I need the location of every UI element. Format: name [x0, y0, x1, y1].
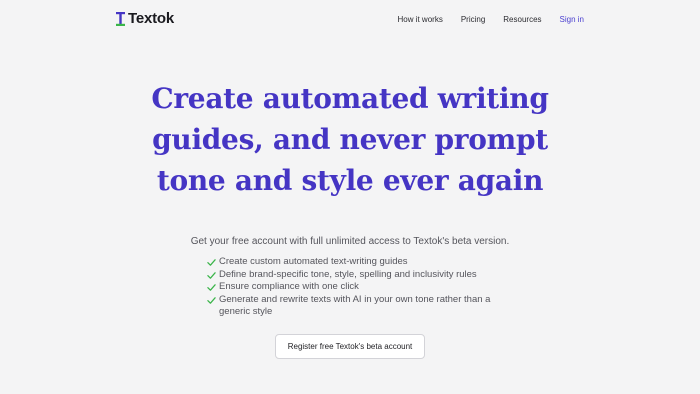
hero-title-line: tone and style ever again — [156, 164, 544, 197]
check-icon — [207, 283, 216, 292]
hero-title-line: Create automated writing — [151, 82, 549, 115]
hero-subtitle: Get your free account with full unlimite… — [190, 236, 510, 247]
nav-pricing[interactable]: Pricing — [461, 15, 485, 24]
feature-item: Ensure compliance with one click — [207, 281, 507, 294]
nav-how-it-works[interactable]: How it works — [397, 15, 442, 24]
brand-name: Textok — [128, 10, 175, 27]
landing-page: Textok How it works Pricing Resources Si… — [0, 0, 700, 394]
register-beta-button[interactable]: Register free Textok's beta account — [275, 334, 425, 359]
hero-title: Create automated writing guides, and nev… — [0, 78, 700, 201]
main-nav: How it works Pricing Resources Sign in — [397, 15, 584, 24]
feature-text: Generate and rewrite texts with AI in yo… — [219, 293, 491, 318]
feature-text: Define brand-specific tone, style, spell… — [219, 268, 477, 280]
feature-list: Create custom automated text-writing gui… — [207, 256, 507, 319]
site-header: Textok How it works Pricing Resources Si… — [0, 0, 700, 40]
nav-resources[interactable]: Resources — [503, 15, 541, 24]
hero-title-line: guides, and never prompt — [152, 123, 548, 156]
check-icon — [207, 271, 216, 280]
feature-item: Generate and rewrite texts with AI in yo… — [207, 294, 507, 319]
check-icon — [207, 258, 216, 267]
feature-text: Create custom automated text-writing gui… — [219, 256, 408, 267]
sign-in-link[interactable]: Sign in — [560, 15, 584, 24]
feature-text: Ensure compliance with one click — [219, 281, 359, 292]
feature-item: Define brand-specific tone, style, spell… — [207, 269, 507, 282]
text-cursor-logo-icon — [116, 11, 125, 26]
brand-logo[interactable]: Textok — [116, 10, 174, 27]
check-icon — [207, 296, 216, 305]
feature-item: Create custom automated text-writing gui… — [207, 256, 507, 269]
